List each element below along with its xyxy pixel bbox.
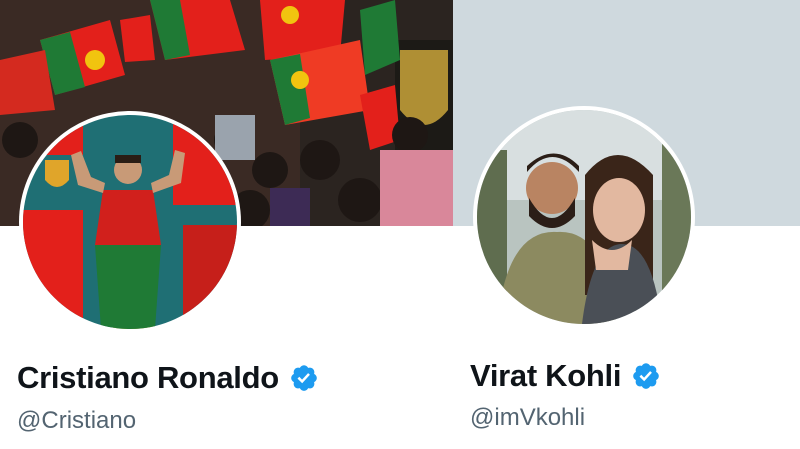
profile-handle: @Cristiano <box>17 407 137 434</box>
profile-name-row: Cristiano Ronaldo <box>17 360 319 396</box>
profile-card-cristiano: Cristiano Ronaldo @Cristiano <box>0 0 453 449</box>
profile-handle: @imVkohli <box>470 404 586 431</box>
avatar-ring <box>473 106 695 328</box>
avatar[interactable] <box>477 110 691 324</box>
profile-display-name: Virat Kohli <box>470 358 622 393</box>
avatar[interactable] <box>23 115 237 329</box>
avatar-ring <box>19 111 241 333</box>
verified-check-icon[interactable] <box>631 361 661 391</box>
profile-name-row: Virat Kohli <box>470 358 661 394</box>
profile-display-name: Cristiano Ronaldo <box>17 360 279 395</box>
profile-card-virat: Virat Kohli @imVkohli <box>453 0 800 449</box>
verified-check-icon[interactable] <box>289 363 319 393</box>
